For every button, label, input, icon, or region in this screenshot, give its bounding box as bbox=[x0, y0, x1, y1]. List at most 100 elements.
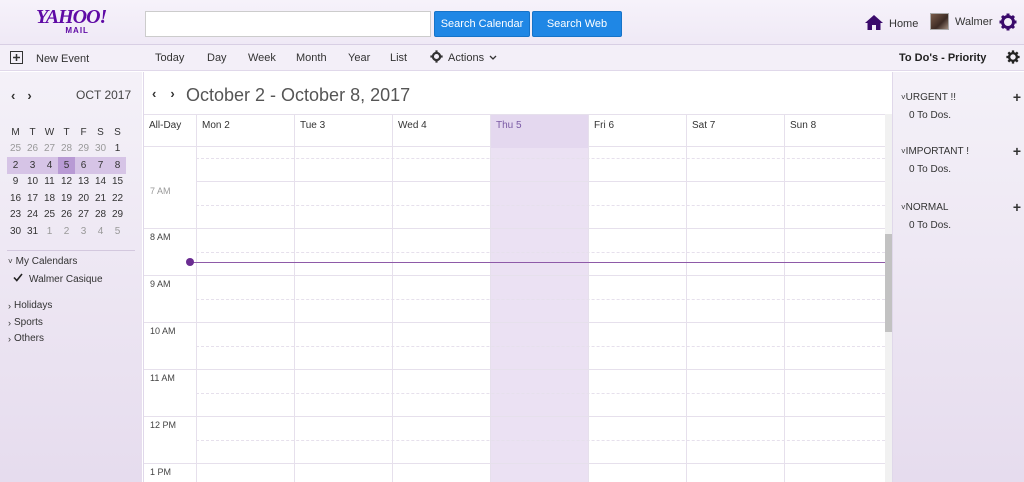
mini-day[interactable]: 27 bbox=[41, 141, 58, 158]
day-header-mon[interactable]: Mon 2 bbox=[196, 115, 294, 148]
grid-scrollbar[interactable] bbox=[885, 114, 892, 482]
mini-day[interactable]: 21 bbox=[92, 190, 109, 207]
add-todo-plus-icon[interactable]: + bbox=[1013, 143, 1021, 159]
mini-day[interactable]: 27 bbox=[75, 207, 92, 224]
time-label: 8 AM bbox=[150, 232, 171, 242]
weekday-label: T bbox=[29, 126, 36, 138]
tab-month[interactable]: Month bbox=[296, 52, 327, 64]
mini-day[interactable]: 5 bbox=[109, 223, 126, 240]
day-header-fri[interactable]: Fri 6 bbox=[588, 115, 686, 148]
prev-month-icon[interactable]: ‹ bbox=[11, 88, 15, 103]
user-menu[interactable]: Walmer bbox=[930, 13, 992, 30]
calendar-group-sports[interactable]: › Sports bbox=[8, 317, 43, 328]
day-column[interactable] bbox=[686, 148, 784, 482]
mini-day[interactable]: 11 bbox=[41, 174, 58, 191]
weekday-label: S bbox=[97, 126, 104, 138]
mini-day[interactable]: 30 bbox=[7, 223, 24, 240]
todo-section-toggle[interactable]: ˅IMPORTANT ! bbox=[901, 146, 969, 157]
mini-day[interactable]: 24 bbox=[24, 207, 41, 224]
mini-day[interactable]: 7 bbox=[92, 157, 109, 174]
mini-day[interactable]: 4 bbox=[92, 223, 109, 240]
tab-list[interactable]: List bbox=[390, 52, 407, 64]
hour-line bbox=[196, 181, 885, 182]
add-todo-plus-icon[interactable]: + bbox=[1013, 199, 1021, 215]
mini-day[interactable]: 2 bbox=[7, 157, 24, 174]
mini-day[interactable]: 30 bbox=[92, 141, 109, 158]
home-label: Home bbox=[889, 18, 919, 30]
mini-day[interactable]: 3 bbox=[75, 223, 92, 240]
calendar-group-label: Sports bbox=[14, 317, 43, 328]
calendar-group-holidays[interactable]: › Holidays bbox=[8, 300, 52, 311]
new-event-button[interactable]: New Event bbox=[10, 51, 89, 67]
mini-day[interactable]: 26 bbox=[58, 207, 75, 224]
mini-day[interactable]: 4 bbox=[41, 157, 58, 174]
mini-day-today[interactable]: 5 bbox=[58, 157, 75, 174]
day-column[interactable] bbox=[784, 148, 885, 482]
my-calendars-toggle[interactable]: ˅ My Calendars bbox=[8, 256, 77, 267]
mini-day[interactable]: 13 bbox=[75, 174, 92, 191]
todo-settings-gear-icon[interactable] bbox=[1006, 50, 1020, 67]
mini-day[interactable]: 15 bbox=[109, 174, 126, 191]
mini-day[interactable]: 6 bbox=[75, 157, 92, 174]
add-todo-plus-icon[interactable]: + bbox=[1013, 89, 1021, 105]
next-week-icon[interactable]: › bbox=[170, 86, 174, 101]
calendar-item-owner[interactable]: Walmer Casique bbox=[13, 273, 103, 285]
mini-calendar-nav: ‹ › bbox=[11, 88, 32, 103]
mini-day[interactable]: 12 bbox=[58, 174, 75, 191]
hour-line bbox=[144, 463, 885, 464]
calendar-owner-name: Walmer Casique bbox=[29, 273, 103, 285]
mini-day[interactable]: 22 bbox=[109, 190, 126, 207]
day-column[interactable] bbox=[392, 148, 490, 482]
prev-week-icon[interactable]: ‹ bbox=[152, 86, 156, 101]
mini-day[interactable]: 25 bbox=[41, 207, 58, 224]
mini-day[interactable]: 28 bbox=[92, 207, 109, 224]
tab-year[interactable]: Year bbox=[348, 52, 370, 64]
settings-gear-icon[interactable] bbox=[999, 13, 1017, 34]
day-column[interactable] bbox=[294, 148, 392, 482]
day-header-sun[interactable]: Sun 8 bbox=[784, 115, 885, 148]
calendar-group-others[interactable]: › Others bbox=[8, 333, 44, 344]
day-header-sat[interactable]: Sat 7 bbox=[686, 115, 784, 148]
mini-day[interactable]: 10 bbox=[24, 174, 41, 191]
mini-day[interactable]: 20 bbox=[75, 190, 92, 207]
mini-day[interactable]: 26 bbox=[24, 141, 41, 158]
day-column-today[interactable] bbox=[490, 148, 588, 482]
search-web-button[interactable]: Search Web bbox=[532, 11, 622, 37]
mini-day[interactable]: 1 bbox=[41, 223, 58, 240]
mini-day[interactable]: 2 bbox=[58, 223, 75, 240]
mini-day[interactable]: 3 bbox=[24, 157, 41, 174]
next-month-icon[interactable]: › bbox=[27, 88, 31, 103]
mini-day[interactable]: 14 bbox=[92, 174, 109, 191]
todo-section-toggle[interactable]: ˅NORMAL bbox=[901, 202, 948, 213]
search-calendar-button[interactable]: Search Calendar bbox=[434, 11, 530, 37]
mini-day[interactable]: 19 bbox=[58, 190, 75, 207]
mini-day[interactable]: 31 bbox=[24, 223, 41, 240]
day-header-wed[interactable]: Wed 4 bbox=[392, 115, 490, 148]
search-input[interactable] bbox=[145, 11, 431, 37]
mini-day[interactable]: 9 bbox=[7, 174, 24, 191]
mini-day[interactable]: 29 bbox=[75, 141, 92, 158]
tab-week[interactable]: Week bbox=[248, 52, 276, 64]
weekday-label: S bbox=[114, 126, 121, 138]
tab-day[interactable]: Day bbox=[207, 52, 227, 64]
hour-line bbox=[144, 275, 885, 276]
todo-section-toggle[interactable]: ˅URGENT !! bbox=[901, 92, 956, 103]
mini-day[interactable]: 25 bbox=[7, 141, 24, 158]
day-column[interactable] bbox=[196, 148, 294, 482]
mini-day[interactable]: 16 bbox=[7, 190, 24, 207]
home-link[interactable]: Home bbox=[864, 14, 918, 34]
actions-menu[interactable]: Actions bbox=[430, 50, 497, 66]
mini-day[interactable]: 18 bbox=[41, 190, 58, 207]
day-header-thu-today[interactable]: Thu 5 bbox=[490, 115, 588, 148]
mini-day[interactable]: 28 bbox=[58, 141, 75, 158]
mini-day[interactable]: 29 bbox=[109, 207, 126, 224]
mini-day[interactable]: 1 bbox=[109, 141, 126, 158]
yahoo-mail-logo[interactable]: YAHOO! MAIL bbox=[36, 7, 107, 35]
tab-today[interactable]: Today bbox=[155, 52, 184, 64]
day-column[interactable] bbox=[588, 148, 686, 482]
mini-day[interactable]: 23 bbox=[7, 207, 24, 224]
scrollbar-thumb[interactable] bbox=[885, 234, 892, 332]
mini-day[interactable]: 8 bbox=[109, 157, 126, 174]
mini-day[interactable]: 17 bbox=[24, 190, 41, 207]
day-header-tue[interactable]: Tue 3 bbox=[294, 115, 392, 148]
